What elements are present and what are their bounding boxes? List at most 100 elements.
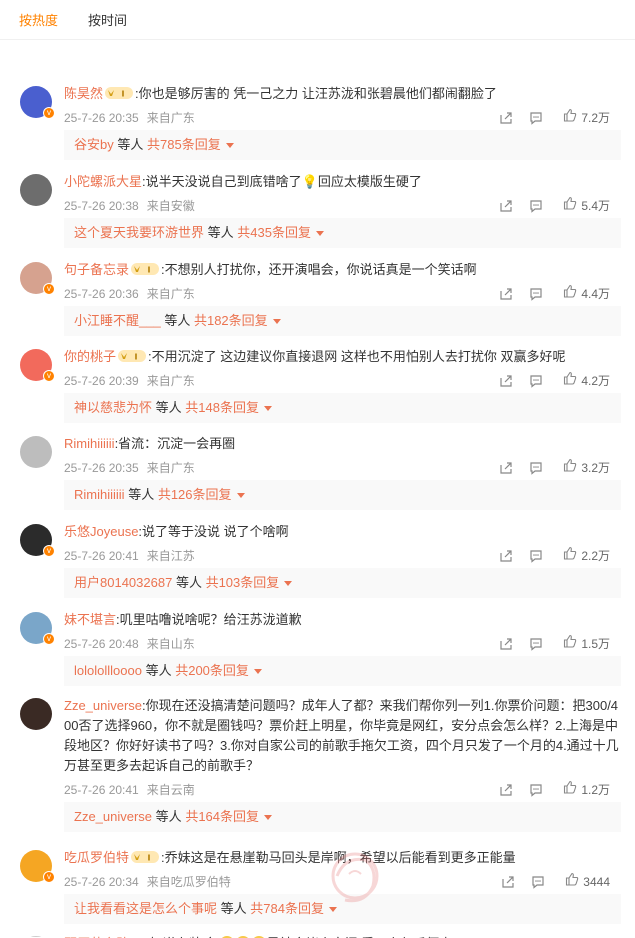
reply-count[interactable]: 共200条回复: [175, 663, 249, 678]
comment-username[interactable]: 陈昊然: [64, 86, 103, 101]
share-icon[interactable]: [491, 196, 521, 216]
share-icon[interactable]: [491, 546, 521, 566]
reply-count[interactable]: 共785条回复: [147, 137, 221, 152]
comment-time: 25-7-26 20:41: [64, 549, 139, 563]
tab-time[interactable]: 按时间: [88, 10, 127, 29]
comment-icon[interactable]: [521, 780, 551, 800]
reply-count[interactable]: 共784条回复: [250, 901, 324, 916]
chevron-down-icon: [315, 231, 324, 236]
comment-content: :说了等于没说 说了个啥啊: [138, 524, 289, 539]
reply-count[interactable]: 共103条回复: [206, 575, 280, 590]
like-button[interactable]: 1.2万: [563, 780, 610, 800]
reply-username[interactable]: 让我看看这是怎么个事呢: [74, 901, 217, 916]
vip-badge-icon: I: [129, 262, 161, 277]
share-icon[interactable]: [491, 634, 521, 654]
reply-connector: 等人: [155, 400, 182, 415]
chevron-down-icon: [264, 815, 273, 820]
like-icon: [563, 284, 577, 304]
reply-username[interactable]: 谷安by: [74, 137, 114, 152]
avatar[interactable]: [20, 698, 52, 730]
verified-badge-icon: v: [43, 871, 55, 883]
reply-count[interactable]: 共182条回复: [194, 313, 268, 328]
comment-username[interactable]: 你的桃子: [64, 349, 116, 364]
comment-time: 25-7-26 20:35: [64, 461, 139, 475]
comment-username[interactable]: 小陀螺派大星: [64, 174, 142, 189]
share-icon[interactable]: [491, 780, 521, 800]
reply-username[interactable]: 用户8014032687: [74, 575, 172, 590]
avatar[interactable]: [20, 436, 52, 468]
chevron-down-icon: [272, 319, 281, 324]
comment-time: 25-7-26 20:39: [64, 374, 139, 388]
verified-badge-icon: v: [43, 370, 55, 382]
like-icon: [563, 196, 577, 216]
comment-username[interactable]: 妹不堪言: [64, 612, 116, 627]
reply-count[interactable]: 共435条回复: [237, 225, 311, 240]
reply-connector: 等人: [117, 137, 144, 152]
comment-meta: 25-7-26 20:39 来自广东 4.2万: [64, 371, 624, 391]
like-icon: [563, 458, 577, 478]
vip-badge-icon: I: [129, 850, 161, 865]
reply-username[interactable]: lololollloooo: [74, 663, 142, 678]
share-icon[interactable]: [491, 108, 521, 128]
reply-summary[interactable]: 神以慈悲为怀 等人 共148条回复: [64, 393, 621, 423]
reply-summary[interactable]: lololollloooo 等人 共200条回复: [64, 656, 621, 686]
reply-count[interactable]: 共164条回复: [185, 809, 259, 824]
reply-username[interactable]: Zze_universe: [74, 809, 152, 824]
share-icon[interactable]: [493, 872, 523, 892]
comment-icon[interactable]: [521, 284, 551, 304]
reply-count[interactable]: 共126条回复: [158, 487, 232, 502]
reply-summary[interactable]: 用户8014032687 等人 共103条回复: [64, 568, 621, 598]
share-icon[interactable]: [491, 371, 521, 391]
reply-summary[interactable]: Rimihiiiiii 等人 共126条回复: [64, 480, 621, 510]
like-icon: [563, 546, 577, 566]
share-icon[interactable]: [491, 458, 521, 478]
tab-hot[interactable]: 按热度: [19, 10, 58, 29]
reply-connector: 等人: [164, 313, 191, 328]
comment-icon[interactable]: [521, 196, 551, 216]
comment-meta: 25-7-26 20:41 来自江苏 2.2万: [64, 546, 624, 566]
reply-username[interactable]: 小江睡不醒___: [74, 313, 161, 328]
comment-username[interactable]: 吃瓜罗伯特: [64, 850, 129, 865]
avatar[interactable]: [20, 174, 52, 206]
like-button[interactable]: 3444: [565, 872, 610, 892]
like-icon: [563, 780, 577, 800]
reply-summary[interactable]: Zze_universe 等人 共164条回复: [64, 802, 621, 832]
like-button[interactable]: 4.4万: [563, 284, 610, 304]
reply-username[interactable]: 神以慈悲为怀: [74, 400, 152, 415]
comment-icon[interactable]: [521, 458, 551, 478]
chevron-down-icon: [236, 493, 245, 498]
like-button[interactable]: 5.4万: [563, 196, 610, 216]
like-button[interactable]: 2.2万: [563, 546, 610, 566]
reply-summary[interactable]: 这个夏天我要环游世界 等人 共435条回复: [64, 218, 621, 248]
comment-username[interactable]: Zze_universe: [64, 698, 142, 713]
svg-text:I: I: [122, 90, 125, 99]
reply-connector: 等人: [207, 225, 234, 240]
like-button[interactable]: 4.2万: [563, 371, 610, 391]
like-icon: [563, 371, 577, 391]
reply-count[interactable]: 共148条回复: [185, 400, 259, 415]
comment-icon[interactable]: [523, 872, 553, 892]
verified-badge-icon: v: [43, 545, 55, 557]
like-button[interactable]: 7.2万: [563, 108, 610, 128]
sort-tabs: 按热度 按时间: [0, 0, 635, 40]
share-icon[interactable]: [491, 284, 521, 304]
like-count: 3.2万: [581, 461, 610, 475]
comment-username[interactable]: 乐悠Joyeuse: [64, 524, 138, 539]
like-button[interactable]: 1.5万: [563, 634, 610, 654]
reply-summary[interactable]: 小江睡不醒___ 等人 共182条回复: [64, 306, 621, 336]
like-count: 7.2万: [581, 111, 610, 125]
comment-time: 25-7-26 20:41: [64, 783, 139, 797]
like-button[interactable]: 3.2万: [563, 458, 610, 478]
reply-username[interactable]: Rimihiiiiii: [74, 487, 125, 502]
comment-icon[interactable]: [521, 634, 551, 654]
comment-username[interactable]: Rimihiiiiii: [64, 436, 115, 451]
comment-username[interactable]: 句子备忘录: [64, 262, 129, 277]
reply-username[interactable]: 这个夏天我要环游世界: [74, 225, 204, 240]
like-icon: [565, 872, 579, 892]
comment-icon[interactable]: [521, 546, 551, 566]
reply-connector: 等人: [128, 487, 155, 502]
reply-summary[interactable]: 谷安by 等人 共785条回复: [64, 130, 621, 160]
comment-text: Zze_universe:你现在还没搞清楚问题吗？成年人了都？来我们帮你列一列1…: [64, 696, 621, 776]
comment-icon[interactable]: [521, 371, 551, 391]
comment-icon[interactable]: [521, 108, 551, 128]
